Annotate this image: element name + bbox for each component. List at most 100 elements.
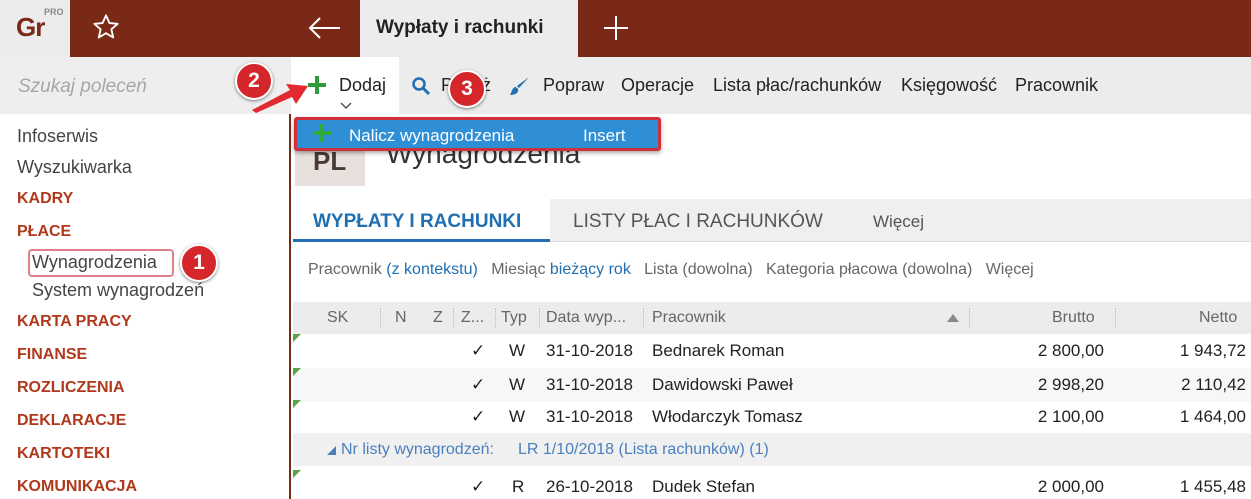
sidebar-section-deklaracje[interactable]: DEKLARACJE	[17, 412, 126, 430]
sidebar-section-place[interactable]: PŁACE	[17, 223, 71, 241]
row-net: 2 110,42	[1181, 375, 1246, 394]
row-gross: 2 000,00	[1037, 477, 1104, 496]
row-employee: Dawidowski Paweł	[652, 375, 793, 394]
column-header-typ[interactable]: Typ	[501, 309, 527, 327]
row-check: ✓	[471, 341, 486, 360]
payroll-lists-button[interactable]: Lista płac/rachunków	[713, 75, 881, 96]
row-date: 26-10-2018	[546, 477, 633, 496]
row-marker	[293, 400, 301, 408]
sidebar-item-wynagrodzenia[interactable]: Wynagrodzenia	[32, 252, 157, 273]
sidebar-item-infoserwis[interactable]: Infoserwis	[17, 126, 98, 147]
row-gross: 2 998,20	[1037, 375, 1104, 394]
tab-title: Wypłaty i rachunki	[376, 17, 544, 38]
row-marker	[293, 368, 301, 376]
filter-category[interactable]: Kategoria płacowa (dowolna)	[766, 261, 972, 278]
column-header-n[interactable]: N	[395, 309, 407, 327]
filter-month-label: Miesiąc	[491, 261, 546, 278]
filter-month[interactable]: Miesiąc bieżący rok	[491, 261, 631, 278]
tab-wyplaty[interactable]: WYPŁATY I RACHUNKI	[293, 199, 550, 242]
tab-wyplaty-label: WYPŁATY I RACHUNKI	[313, 211, 522, 232]
row-marker	[293, 470, 301, 478]
column-header-brutto[interactable]: Brutto	[1052, 309, 1095, 327]
plus-icon[interactable]	[602, 14, 630, 42]
back-arrow-icon[interactable]	[306, 14, 342, 42]
row-net: 1 464,00	[1179, 407, 1246, 426]
filter-list[interactable]: Lista (dowolna)	[644, 261, 753, 278]
sidebar-section-karta-pracy[interactable]: KARTA PRACY	[17, 313, 132, 331]
row-date: 31-10-2018	[546, 375, 633, 394]
logo-text: Gr	[16, 12, 45, 42]
search-placeholder: Szukaj poleceń	[18, 76, 147, 97]
row-check: ✓	[471, 407, 486, 426]
sidebar-section-kartoteki[interactable]: KARTOTEKI	[17, 445, 110, 463]
row-net: 1 455,48	[1179, 477, 1246, 496]
plus-green-icon	[313, 124, 331, 142]
column-separator	[1115, 308, 1116, 328]
row-type: W	[509, 375, 526, 394]
group-value: LR 1/10/2018 (Lista rachunków) (1)	[518, 441, 769, 458]
callout-1: 1	[180, 244, 218, 282]
sidebar-section-kadry[interactable]: KADRY	[17, 190, 73, 208]
column-header-z2[interactable]: Z...	[461, 309, 484, 327]
sidebar-item-system-wynagrodzen[interactable]: System wynagrodzeń	[32, 280, 204, 301]
row-marker	[293, 334, 301, 342]
row-check: ✓	[471, 477, 486, 496]
row-net: 1 943,72	[1179, 341, 1246, 360]
menu-item-label: Nalicz wynagrodzenia	[349, 126, 515, 145]
sidebar-section-komunikacja[interactable]: KOMUNIKACJA	[17, 478, 137, 496]
sidebar-section-rozliczenia[interactable]: ROZLICZENIA	[17, 379, 125, 397]
employee-button[interactable]: Pracownik	[1015, 75, 1098, 96]
filter-more[interactable]: Więcej	[986, 261, 1034, 278]
star-icon[interactable]	[92, 13, 120, 41]
accounting-button[interactable]: Księgowość	[901, 75, 997, 96]
callout-3: 3	[448, 70, 486, 108]
row-gross: 2 100,00	[1037, 407, 1104, 426]
column-header-data[interactable]: Data wyp...	[546, 309, 626, 327]
table-header: SK N Z Z... Typ Data wyp... Pracownik Br…	[293, 302, 1251, 334]
tab-bar: WYPŁATY I RACHUNKI LISTY PŁAC I RACHUNKÓ…	[293, 199, 1251, 242]
table-row[interactable]: ✓ W 31-10-2018 Dawidowski Paweł 2 998,20…	[293, 368, 1251, 402]
chevron-down-icon[interactable]	[340, 102, 352, 110]
row-date: 31-10-2018	[546, 407, 633, 426]
row-employee: Włodarczyk Tomasz	[652, 407, 803, 426]
tab-listy-plac[interactable]: LISTY PŁAC I RACHUNKÓW	[573, 211, 823, 233]
magnifier-icon[interactable]	[411, 76, 431, 96]
filter-month-value: bieżący rok	[549, 261, 631, 278]
add-label: Dodaj	[339, 75, 387, 95]
fix-button[interactable]: Popraw	[543, 75, 604, 96]
menu-item-nalicz-wynagrodzenia[interactable]: Nalicz wynagrodzenia Insert	[297, 120, 658, 148]
collapse-triangle-icon[interactable]	[327, 446, 336, 455]
tab-more[interactable]: Więcej	[873, 212, 924, 232]
operations-button[interactable]: Operacje	[621, 75, 694, 96]
group-header-row[interactable]: Nr listy wynagrodzeń: LR 1/10/2018 (List…	[293, 433, 1251, 466]
filter-employee[interactable]: Pracownik (z kontekstu)	[308, 261, 478, 278]
sidebar-item-wyszukiwarka[interactable]: Wyszukiwarka	[17, 157, 132, 178]
add-dropdown-menu: Nalicz wynagrodzenia Insert	[294, 117, 661, 151]
column-header-z[interactable]: Z	[433, 309, 443, 327]
callout-arrow-icon	[252, 84, 308, 113]
sidebar-section-finanse[interactable]: FINANSE	[17, 346, 87, 364]
table-row[interactable]: ✓ W 31-10-2018 Włodarczyk Tomasz 2 100,0…	[293, 400, 1251, 434]
tab-wyplaty-i-rachunki[interactable]: Wypłaty i rachunki	[360, 0, 578, 57]
group-label: Nr listy wynagrodzeń:	[341, 441, 494, 458]
column-header-sk[interactable]: SK	[327, 309, 348, 327]
plus-green-icon	[308, 76, 326, 94]
brush-icon[interactable]	[509, 75, 531, 97]
row-check: ✓	[471, 375, 486, 394]
column-separator	[643, 308, 644, 328]
sidebar: Szukaj poleceń Infoserwis Wyszukiwarka K…	[0, 57, 291, 499]
column-separator	[495, 308, 496, 328]
app-logo[interactable]: Gr PRO	[0, 0, 70, 57]
table-row[interactable]: ✓ W 31-10-2018 Bednarek Roman 2 800,00 1…	[293, 334, 1251, 368]
column-header-netto[interactable]: Netto	[1199, 309, 1237, 327]
column-separator	[380, 308, 381, 328]
toolbar: Dodaj Pokaż Popraw Operacje Lista płac/r…	[293, 57, 1251, 114]
column-header-pracownik[interactable]: Pracownik	[652, 309, 726, 327]
column-separator	[539, 308, 540, 328]
row-type: W	[509, 341, 526, 360]
column-separator	[969, 308, 970, 328]
filter-employee-value: (z kontekstu)	[386, 261, 478, 278]
row-type: R	[512, 477, 525, 496]
filter-employee-label: Pracownik	[308, 261, 382, 278]
table-row[interactable]: ✓ R 26-10-2018 Dudek Stefan 2 000,00 1 4…	[293, 470, 1251, 499]
